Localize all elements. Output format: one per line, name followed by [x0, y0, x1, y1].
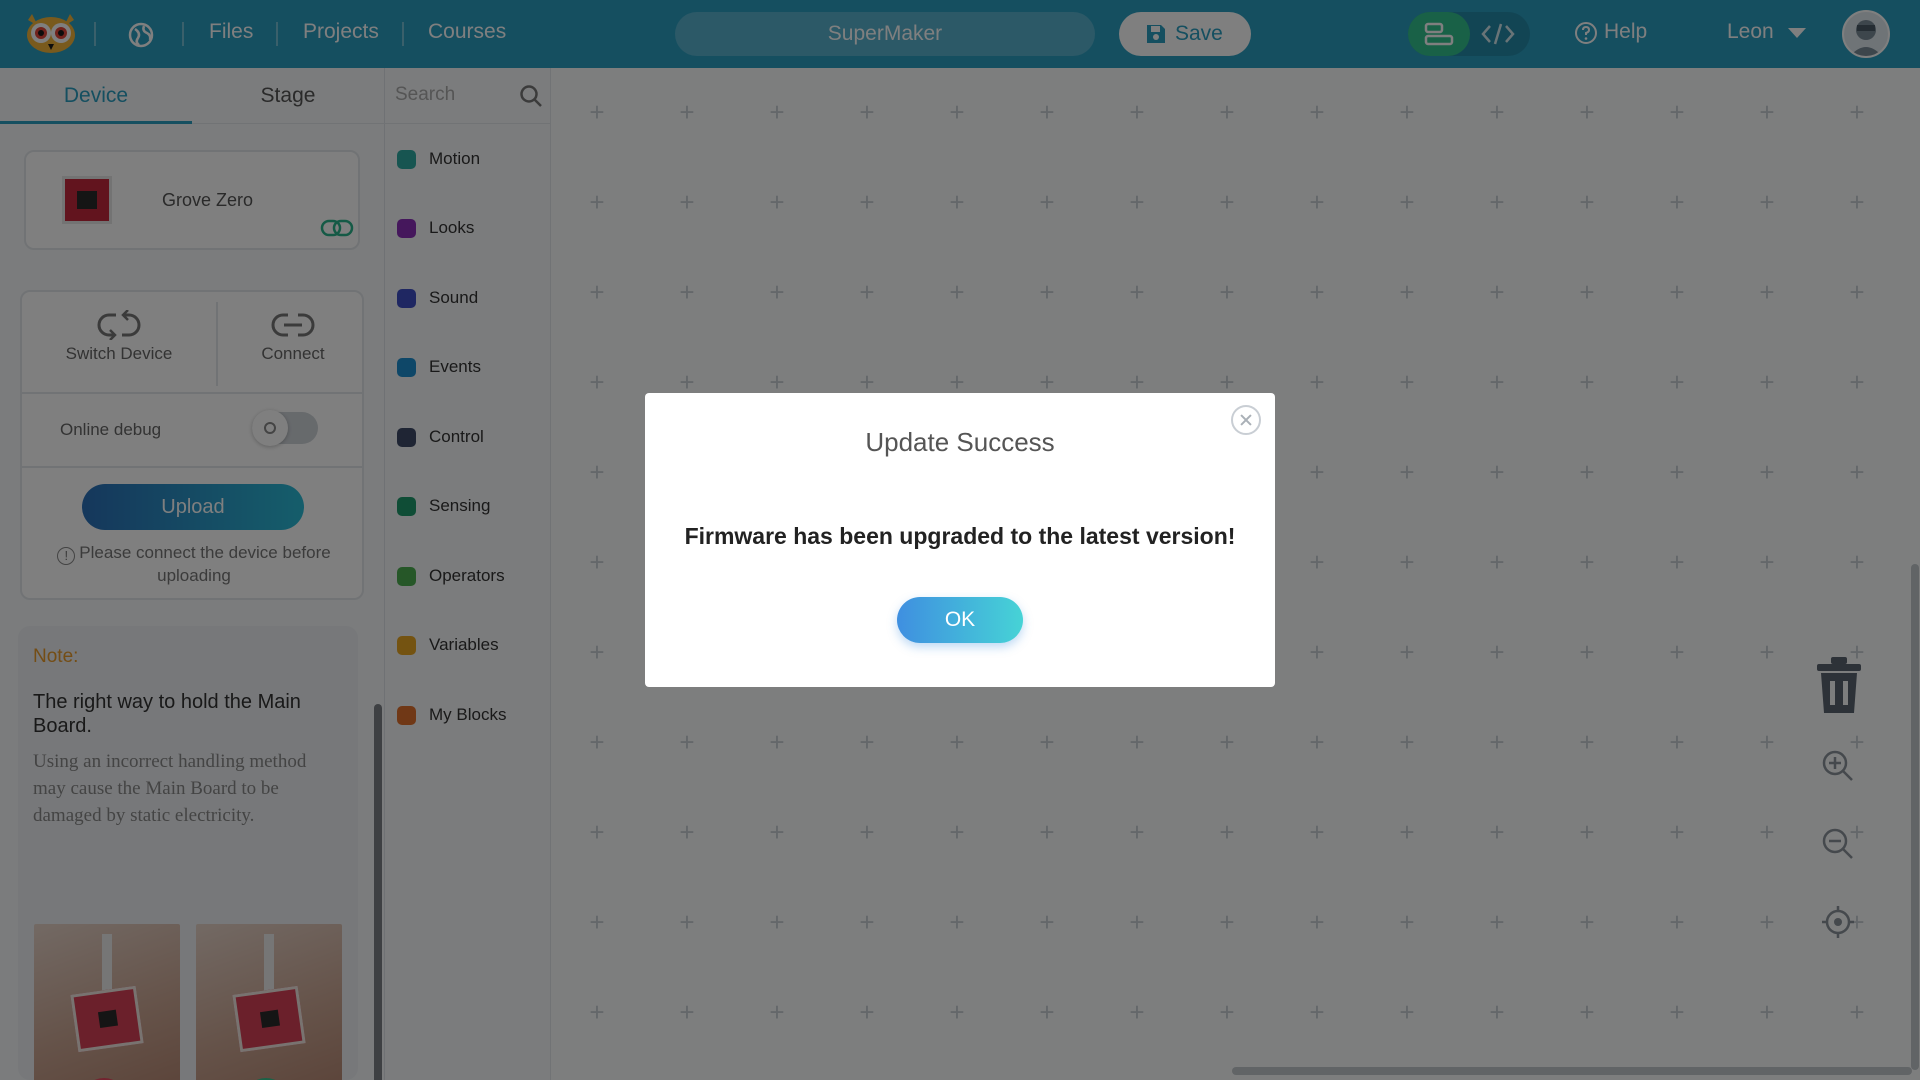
- ok-button[interactable]: OK: [897, 597, 1023, 643]
- dialog-message: Firmware has been upgraded to the latest…: [684, 523, 1236, 549]
- close-icon[interactable]: [1231, 405, 1261, 435]
- dialog-title: Update Success: [865, 427, 1055, 457]
- update-success-dialog: Update Success Firmware has been upgrade…: [645, 393, 1275, 687]
